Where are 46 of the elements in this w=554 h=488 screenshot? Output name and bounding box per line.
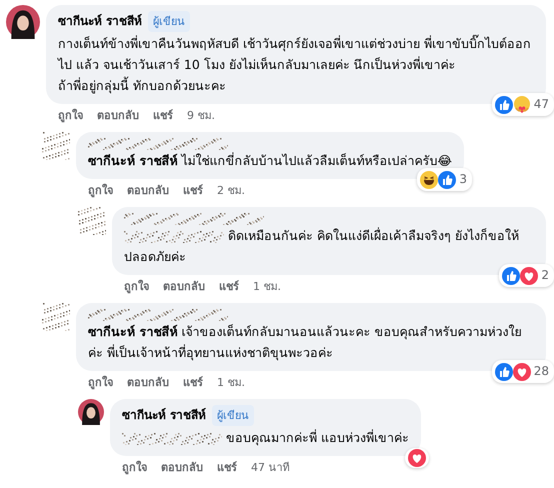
comment-action-link[interactable]: แชร์ — [217, 460, 237, 476]
author-name[interactable]: ซากีนะห์ ราชสีห์ — [122, 405, 206, 426]
laughing-face-icon — [420, 170, 438, 188]
comment-text: ดิดเหมือนกันค่ะ คิดในแง่ดีเผื่อเค้าลืมจริงๆ ยังไงก็ขอให้ปลอดภัยค่ะ — [124, 226, 520, 266]
comment-action-link[interactable]: ตอบกลับ — [97, 108, 139, 124]
comment-time[interactable]: 2 ชม. — [217, 183, 245, 199]
comment-action-link[interactable]: ตอบกลับ — [127, 375, 169, 391]
comment-action-link[interactable]: ตอบกลับ — [161, 460, 203, 476]
comment-time[interactable]: 9 ชม. — [187, 108, 215, 124]
comment-action-link[interactable]: แชร์ — [183, 183, 203, 199]
like-icon — [438, 170, 456, 188]
reaction-summary[interactable]: 47 — [492, 93, 554, 116]
avatar — [78, 399, 104, 425]
like-icon — [494, 362, 513, 380]
reaction-summary[interactable]: 28 — [492, 360, 554, 383]
comment-action-link[interactable]: ถูกใจ — [58, 108, 83, 124]
comment-action-link[interactable]: ตอบกลับ — [163, 279, 205, 295]
reaction-summary[interactable]: 3 — [417, 168, 472, 191]
comment-time[interactable]: 47 นาที — [251, 460, 290, 476]
comment-action-link[interactable]: ถูกใจ — [124, 279, 149, 295]
comment-text: ซากีนะห์ ราชสีห์ ไม่ใช่แกขี่กลับบ้านไปแล้วลืมเต็นท์หรือเปล่าครับ😂 — [88, 151, 452, 170]
comment-action-link[interactable]: แชร์ — [219, 279, 239, 295]
author-name[interactable]: ซากีนะห์ ราชสีห์ — [58, 11, 142, 32]
author-badge: ผู้เขียน — [148, 11, 190, 32]
comment-action-link[interactable]: ถูกใจ — [122, 460, 147, 476]
comment-time[interactable]: 1 ชม. — [217, 375, 245, 391]
comment-time[interactable]: 1 ชม. — [253, 279, 281, 295]
author-badge: ผู้เขียน — [212, 405, 254, 426]
comment-text: ซากีนะห์ ราชสีห์ เจ้าของเต็นท์กลับมานอนแล้วนะคะ ขอบคุณสำหรับความห่วงใยค่ะ พี่เป็นเจ้าหน้าที่อุทยานแห่งชาติขุนพะวอค่ะ — [88, 323, 522, 362]
comment-text: ขอบคุณมากค่ะพี่ แอบห่วงพี่เขาค่ะ — [122, 427, 409, 448]
blurred-avatar — [78, 207, 106, 235]
comment-action-link[interactable]: แชร์ — [153, 108, 173, 124]
avatar — [6, 5, 40, 39]
like-icon — [494, 96, 513, 114]
hugging-face-icon — [512, 96, 531, 114]
comment-action-link[interactable]: ถูกใจ — [88, 375, 113, 391]
comment-action-link[interactable]: ตอบกลับ — [127, 183, 169, 199]
comment-action-link[interactable]: แชร์ — [183, 375, 203, 391]
comment-action-link[interactable]: ถูกใจ — [88, 183, 113, 199]
blurred-avatar — [42, 303, 70, 331]
comment-text: ถ้าพี่อยู่กลุ่มนี้ ทักบอกด้วยนะคะ — [58, 76, 227, 96]
like-icon — [502, 266, 520, 284]
blurred-avatar — [42, 132, 70, 160]
reaction-summary[interactable]: 2 — [499, 264, 554, 287]
reaction-summary[interactable] — [404, 448, 429, 468]
comment-text: กางเต็นท์ข้างพี่เขาคืนวันพฤหัสบดี เช้าวันศุกร์ยังเจอพี่เขาแต่ช่วงบ่าย พี่เขาขับบิ๊กไบต์ออกไป แล้ว จนเช้าวันเสาร์ 10 โมง ยังไม่เห็นกลับมาเลยค่ะ นึกเป็นห่วงพี่เขาค่ะ — [58, 34, 532, 74]
